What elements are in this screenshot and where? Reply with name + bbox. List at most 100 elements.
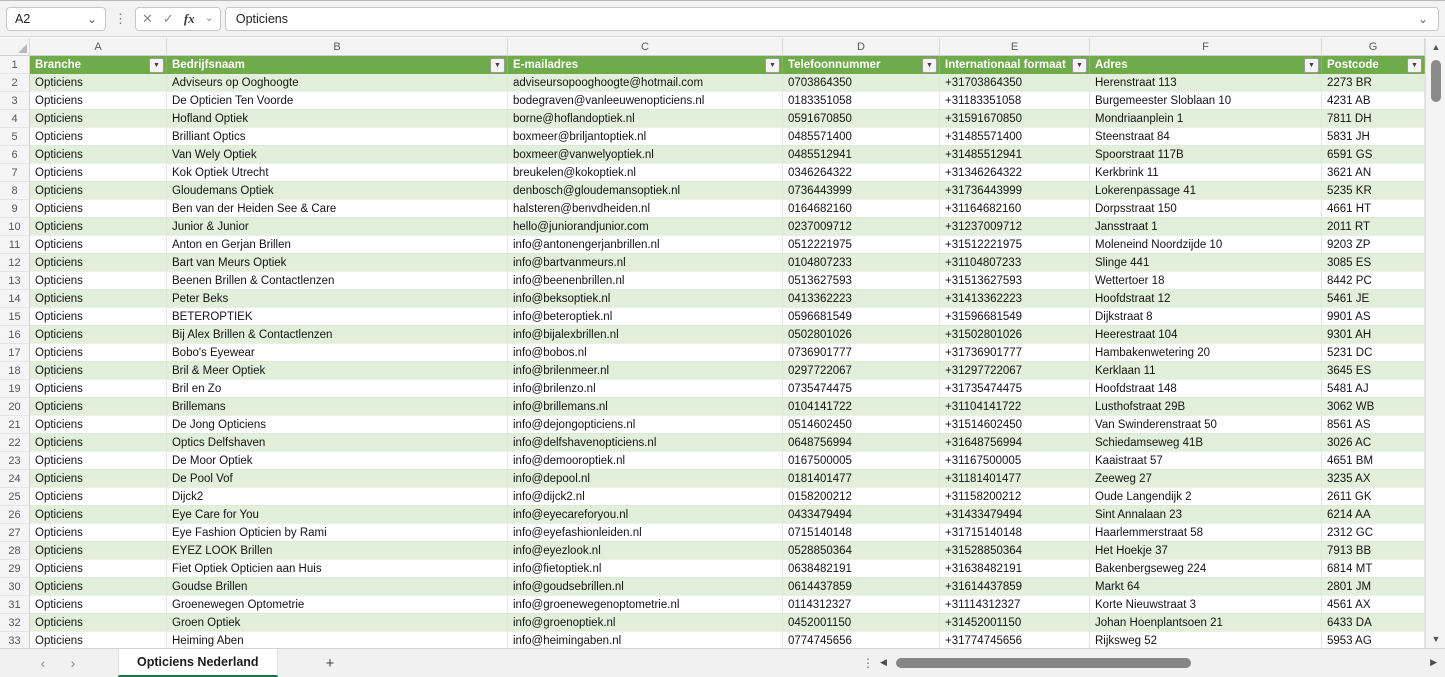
cell[interactable]: 4561 AX bbox=[1322, 596, 1425, 614]
cell[interactable]: +31648756994 bbox=[940, 434, 1090, 452]
cell[interactable]: Opticiens bbox=[30, 578, 167, 596]
header-cell[interactable]: E-mailadres▼ bbox=[508, 56, 783, 74]
column-header-b[interactable]: B bbox=[167, 38, 508, 56]
cell[interactable]: +31614437859 bbox=[940, 578, 1090, 596]
cell[interactable]: Optics Delfshaven bbox=[167, 434, 508, 452]
cell[interactable]: Opticiens bbox=[30, 326, 167, 344]
row-number[interactable]: 31 bbox=[0, 596, 30, 614]
cell[interactable]: Eye Care for You bbox=[167, 506, 508, 524]
cell[interactable]: info@beenenbrillen.nl bbox=[508, 272, 783, 290]
cell[interactable]: Opticiens bbox=[30, 416, 167, 434]
cell[interactable]: 0715140148 bbox=[783, 524, 940, 542]
cell[interactable]: Opticiens bbox=[30, 452, 167, 470]
cell[interactable]: Opticiens bbox=[30, 218, 167, 236]
cell[interactable]: Bril & Meer Optiek bbox=[167, 362, 508, 380]
cell[interactable]: Lusthofstraat 29B bbox=[1090, 398, 1322, 416]
row-number[interactable]: 26 bbox=[0, 506, 30, 524]
cell[interactable]: 6814 MT bbox=[1322, 560, 1425, 578]
cell[interactable]: 3062 WB bbox=[1322, 398, 1425, 416]
row-number[interactable]: 5 bbox=[0, 128, 30, 146]
cancel-icon[interactable]: ✕ bbox=[142, 11, 153, 27]
cell[interactable]: Korte Nieuwstraat 3 bbox=[1090, 596, 1322, 614]
cell[interactable]: Van Wely Optiek bbox=[167, 146, 508, 164]
cell[interactable]: 0614437859 bbox=[783, 578, 940, 596]
cell[interactable]: 0164682160 bbox=[783, 200, 940, 218]
cell[interactable]: Opticiens bbox=[30, 146, 167, 164]
cell[interactable]: adviseursopooghoogte@hotmail.com bbox=[508, 74, 783, 92]
cell[interactable]: info@bartvanmeurs.nl bbox=[508, 254, 783, 272]
cell[interactable]: +31736901777 bbox=[940, 344, 1090, 362]
cell[interactable]: Haarlemmerstraat 58 bbox=[1090, 524, 1322, 542]
cell[interactable]: Slinge 441 bbox=[1090, 254, 1322, 272]
cell[interactable]: 0237009712 bbox=[783, 218, 940, 236]
cell[interactable]: De Pool Vof bbox=[167, 470, 508, 488]
cell[interactable]: 0513627593 bbox=[783, 272, 940, 290]
cell[interactable]: Markt 64 bbox=[1090, 578, 1322, 596]
cell[interactable]: info@brilenmeer.nl bbox=[508, 362, 783, 380]
cell[interactable]: Zeeweg 27 bbox=[1090, 470, 1322, 488]
cell[interactable]: info@demooroptiek.nl bbox=[508, 452, 783, 470]
cell[interactable]: Dorpsstraat 150 bbox=[1090, 200, 1322, 218]
column-header-d[interactable]: D bbox=[783, 38, 940, 56]
cell[interactable]: +31167500005 bbox=[940, 452, 1090, 470]
cell[interactable]: Bril en Zo bbox=[167, 380, 508, 398]
cell[interactable]: Van Swinderenstraat 50 bbox=[1090, 416, 1322, 434]
cell[interactable]: borne@hoflandoptiek.nl bbox=[508, 110, 783, 128]
column-header-c[interactable]: C bbox=[508, 38, 783, 56]
formula-input[interactable]: Opticiens ⌄ bbox=[225, 7, 1439, 31]
cell[interactable]: 4651 BM bbox=[1322, 452, 1425, 470]
cell[interactable]: 5831 JH bbox=[1322, 128, 1425, 146]
header-cell[interactable]: Bedrijfsnaam▼ bbox=[167, 56, 508, 74]
select-all-corner[interactable] bbox=[0, 38, 30, 56]
horizontal-scrollbar[interactable]: ◀ ▶ bbox=[878, 653, 1439, 673]
cell[interactable]: 7913 BB bbox=[1322, 542, 1425, 560]
cell[interactable]: BETEROPTIEK bbox=[167, 308, 508, 326]
cell[interactable]: Opticiens bbox=[30, 110, 167, 128]
cell[interactable]: info@brillemans.nl bbox=[508, 398, 783, 416]
row-number[interactable]: 25 bbox=[0, 488, 30, 506]
cell[interactable]: Dijkstraat 8 bbox=[1090, 308, 1322, 326]
header-cell[interactable]: Internationaal formaat▼ bbox=[940, 56, 1090, 74]
row-number[interactable]: 14 bbox=[0, 290, 30, 308]
cell[interactable]: Hoofdstraat 12 bbox=[1090, 290, 1322, 308]
next-sheet-icon[interactable]: › bbox=[58, 655, 88, 671]
cell[interactable]: +31104141722 bbox=[940, 398, 1090, 416]
cell[interactable]: Adviseurs op Ooghoogte bbox=[167, 74, 508, 92]
cell[interactable]: info@antonengerjanbrillen.nl bbox=[508, 236, 783, 254]
row-number[interactable]: 9 bbox=[0, 200, 30, 218]
scroll-up-icon[interactable]: ▲ bbox=[1426, 42, 1445, 52]
row-number[interactable]: 1 bbox=[0, 56, 30, 74]
cell[interactable]: 0346264322 bbox=[783, 164, 940, 182]
cell[interactable]: +31158200212 bbox=[940, 488, 1090, 506]
cell[interactable]: Ben van der Heiden See & Care bbox=[167, 200, 508, 218]
cell[interactable]: 6433 DA bbox=[1322, 614, 1425, 632]
row-number[interactable]: 30 bbox=[0, 578, 30, 596]
cell[interactable]: info@bijalexbrillen.nl bbox=[508, 326, 783, 344]
cell[interactable]: +31485571400 bbox=[940, 128, 1090, 146]
row-number[interactable]: 6 bbox=[0, 146, 30, 164]
cell[interactable]: 9203 ZP bbox=[1322, 236, 1425, 254]
cell[interactable]: Opticiens bbox=[30, 470, 167, 488]
cell[interactable]: +31596681549 bbox=[940, 308, 1090, 326]
cell[interactable]: Het Hoekje 37 bbox=[1090, 542, 1322, 560]
cell[interactable]: Opticiens bbox=[30, 506, 167, 524]
row-number[interactable]: 27 bbox=[0, 524, 30, 542]
cell[interactable]: Mondriaanplein 1 bbox=[1090, 110, 1322, 128]
cell[interactable]: 2801 JM bbox=[1322, 578, 1425, 596]
row-number[interactable]: 21 bbox=[0, 416, 30, 434]
cell[interactable]: 6591 GS bbox=[1322, 146, 1425, 164]
cell[interactable]: +31114312327 bbox=[940, 596, 1090, 614]
cell[interactable]: 3085 ES bbox=[1322, 254, 1425, 272]
cell[interactable]: Opticiens bbox=[30, 542, 167, 560]
row-number[interactable]: 17 bbox=[0, 344, 30, 362]
cell[interactable]: 6214 AA bbox=[1322, 506, 1425, 524]
cell[interactable]: 2011 RT bbox=[1322, 218, 1425, 236]
row-number[interactable]: 2 bbox=[0, 74, 30, 92]
cell[interactable]: Goudse Brillen bbox=[167, 578, 508, 596]
cell[interactable]: +31181401477 bbox=[940, 470, 1090, 488]
cell[interactable]: +31514602450 bbox=[940, 416, 1090, 434]
cell[interactable]: boxmeer@vanwelyoptiek.nl bbox=[508, 146, 783, 164]
cell[interactable]: Schiedamseweg 41B bbox=[1090, 434, 1322, 452]
cell[interactable]: info@groenoptiek.nl bbox=[508, 614, 783, 632]
row-number[interactable]: 20 bbox=[0, 398, 30, 416]
